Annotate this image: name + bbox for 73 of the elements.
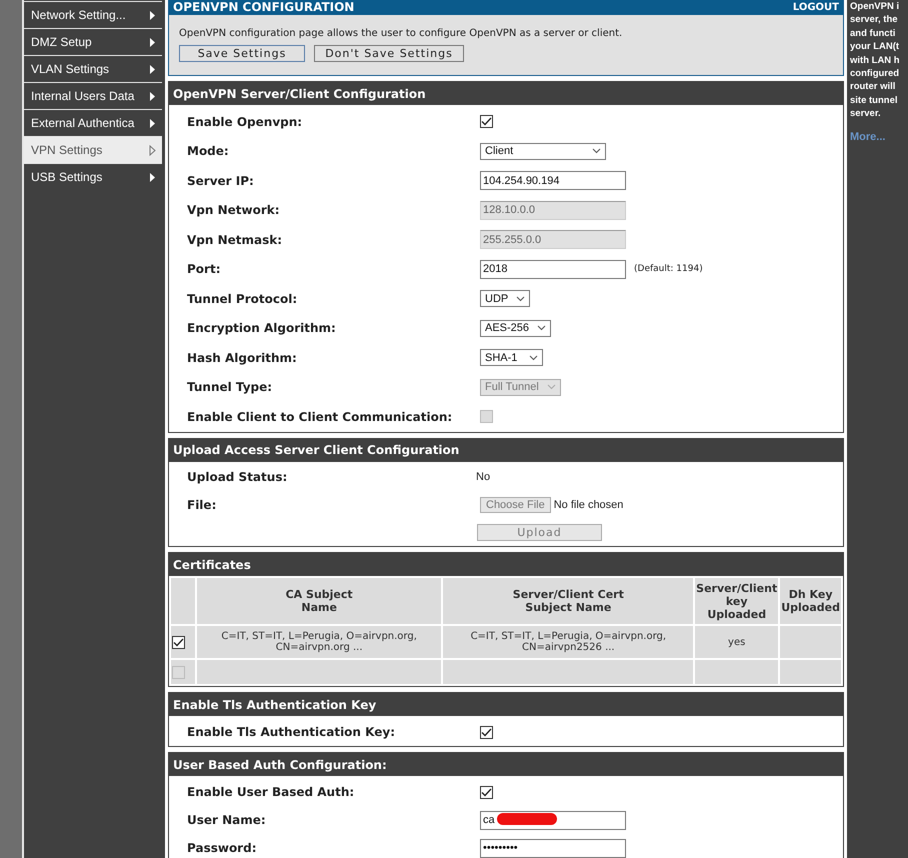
table-cell: C=IT, ST=IT, L=Perugia, O=airvpn.org, CN=airvpn.org ... [196, 626, 442, 658]
help-text: OpenVPN i [850, 0, 900, 14]
field-label: Enable User Based Auth: [187, 785, 356, 799]
input-field[interactable]: 104.254.90.194 [480, 171, 626, 190]
column-header: Dh Key Uploaded [780, 578, 841, 624]
cancel-button[interactable]: Don't Save Settings [314, 45, 464, 62]
checkbox[interactable] [480, 115, 493, 128]
column-header: Server/Client Cert Subject Name [443, 578, 694, 624]
logout-link[interactable]: LOGOUT [792, 2, 839, 12]
section-header: Enable Tls Authentication Key [169, 693, 843, 716]
table-cell [780, 660, 841, 684]
field-label: Vpn Netmask: [187, 232, 284, 247]
field-label: Hash Algorithm: [187, 350, 298, 365]
help-text: server. [850, 107, 882, 121]
help-text: server, the [850, 13, 899, 27]
caret-icon [149, 10, 156, 20]
field-label: File: [187, 498, 218, 512]
field-label: Mode: [187, 144, 230, 158]
checkbox[interactable] [172, 636, 185, 648]
caret-icon [149, 118, 156, 128]
table-cell: yes [695, 626, 778, 658]
help-text: router will [850, 80, 896, 94]
field-label: Port: [187, 262, 222, 276]
input-field[interactable]: 2018 [480, 260, 626, 279]
sidebar-item[interactable]: VPN Settings [24, 136, 162, 163]
section-header: Upload Access Server Client Configuration [169, 438, 843, 462]
caret-icon [149, 64, 156, 74]
checkbox[interactable] [480, 726, 493, 738]
page-description: OpenVPN configuration page allows the user to configure OpenVPN as a server or client. [178, 27, 624, 41]
table-cell [780, 626, 841, 658]
input-field[interactable]: ••••••••• [480, 838, 626, 858]
field-label: User Name: [187, 813, 267, 827]
field-label: Enable Tls Authentication Key: [187, 725, 396, 739]
chevron-icon [592, 148, 601, 154]
field-label: Enable Openvpn: [187, 114, 304, 129]
dropdown[interactable]: Client [480, 142, 606, 160]
file-name: No file chosen [554, 498, 624, 511]
chevron-icon [529, 354, 538, 361]
section-header: User Based Auth Configuration: [169, 753, 843, 776]
dropdown[interactable]: AES-256 [480, 320, 552, 337]
help-text: and functi [850, 26, 896, 40]
status-value: No [476, 471, 490, 484]
column-header: Server/Client key Uploaded [695, 578, 778, 624]
section-header: OpenVPN Server/Client Configuration [169, 82, 843, 105]
dropdown[interactable]: UDP [480, 290, 530, 308]
chevron-icon [546, 384, 556, 390]
dropdown[interactable]: SHA-1 [480, 349, 543, 366]
page-title: OPENVPN CONFIGURATION [173, 0, 354, 14]
field-label: Encryption Algorithm: [187, 321, 337, 336]
column-header: CA Subject Name [196, 578, 442, 624]
field-label: Tunnel Type: [187, 380, 274, 394]
caret-icon [149, 172, 156, 182]
help-text: your LAN(t [850, 40, 900, 54]
default-note: (Default: 1194) [634, 264, 703, 274]
field-label: Password: [187, 841, 258, 855]
field-label: Vpn Network: [187, 203, 281, 218]
chevron-icon [537, 325, 546, 332]
field-label: Server IP: [187, 174, 255, 188]
caret-icon [149, 144, 156, 156]
table-cell: C=IT, ST=IT, L=Perugia, O=airvpn.org, CN=airvpn2526 ... [443, 626, 694, 658]
help-text: with LAN h [850, 54, 901, 68]
field-label: Enable Client to Client Communication: [187, 410, 454, 424]
help-text: site tunnel [850, 94, 899, 108]
caret-icon [149, 36, 156, 48]
save-button[interactable]: Save Settings [179, 45, 305, 62]
caret-icon [149, 90, 156, 102]
column-header [171, 578, 195, 624]
choose-file-button[interactable]: Choose File [480, 496, 551, 513]
section-header: Certificates [169, 553, 843, 576]
checkbox[interactable] [480, 786, 493, 798]
help-text: configured [850, 67, 900, 80]
chevron-icon [516, 296, 526, 302]
field-label: Tunnel Protocol: [187, 292, 298, 306]
